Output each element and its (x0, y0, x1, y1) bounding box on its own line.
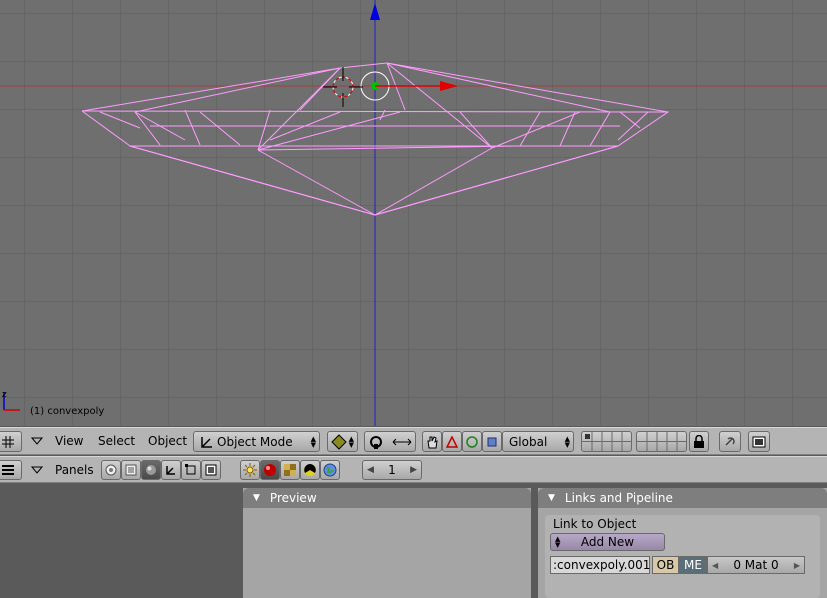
manipulator-toggle[interactable] (422, 431, 442, 452)
orientation-select[interactable]: Global ▲ ▼ (502, 431, 574, 452)
square-icon (487, 437, 497, 446)
add-new-label: Add New (580, 535, 635, 549)
object-mode-icon (201, 436, 212, 448)
3d-viewport[interactable]: z (1) convexpoly (0, 0, 827, 426)
viewport-canvas[interactable]: z (0, 0, 827, 426)
logic-context-button[interactable] (101, 460, 121, 480)
pivot-icon (370, 435, 382, 449)
menu-select[interactable]: Select (98, 428, 135, 454)
decrement-arrow-icon[interactable]: ◀ (712, 561, 718, 570)
scene-context-button[interactable] (201, 460, 221, 480)
material-index-label: 0 Mat 0 (733, 558, 779, 572)
add-new-material-button[interactable]: ▲ ▼ Add New (550, 533, 665, 551)
preview-panel-title: Preview (269, 491, 317, 505)
shading-context-button[interactable] (141, 460, 161, 480)
material-sphere-icon (264, 464, 276, 476)
editing-context-button[interactable] (181, 460, 201, 480)
grid-editor-icon (2, 435, 14, 448)
triangle-down-icon (31, 466, 43, 474)
render-button[interactable] (748, 431, 770, 452)
menu-panels[interactable]: Panels (55, 457, 94, 482)
lock-icon (694, 434, 704, 448)
hand-icon (427, 435, 438, 448)
collapse-menu-toggle[interactable] (31, 457, 43, 482)
image-icon (752, 436, 766, 447)
snap-arrows-icon (392, 438, 412, 445)
translate-manipulator-button[interactable] (442, 431, 462, 452)
3d-view-header: View Select Object Object Mode ▲ ▼ ▲ ▼ Glo… (0, 427, 827, 455)
frame-number: 1 (388, 463, 396, 477)
material-buttons[interactable] (260, 460, 280, 480)
collapse-triangle-icon[interactable]: ▼ (548, 493, 555, 503)
me-link-button[interactable]: ME (679, 556, 707, 574)
layers-group-1[interactable] (581, 431, 632, 452)
opengl-render-button[interactable] (719, 431, 741, 452)
object-name-label: (1) convexpoly (30, 406, 105, 417)
preview-panel-header[interactable]: ▼ Preview (243, 488, 531, 508)
orientation-label: Global (509, 434, 548, 449)
buttons-editor-icon (2, 465, 14, 475)
radiosity-buttons[interactable] (300, 460, 320, 480)
radiation-icon (304, 464, 316, 476)
triangle-down-icon (31, 437, 43, 445)
rotate-manipulator-button[interactable] (462, 431, 482, 452)
svg-text:z: z (2, 390, 7, 400)
increment-arrow-icon[interactable]: ▶ (794, 561, 800, 570)
decrement-arrow-icon[interactable]: ◀ (367, 465, 374, 475)
shading-icon (331, 433, 347, 450)
link-to-object-label: Link to Object (553, 517, 637, 531)
world-buttons[interactable] (320, 460, 340, 480)
script-context-button[interactable] (121, 460, 141, 480)
ring-icon (466, 435, 478, 448)
updown-arrows-icon: ▲ ▼ (564, 434, 570, 449)
lock-layers-button[interactable] (689, 431, 709, 452)
collapse-triangle-icon[interactable]: ▼ (253, 493, 260, 503)
ob-link-button[interactable]: OB (652, 556, 679, 574)
links-pipeline-panel: ▼ Links and Pipeline Link to Object ▲ ▼ A… (538, 488, 827, 598)
edit-square-icon (185, 464, 196, 475)
script-icon (125, 464, 137, 476)
buttons-window-header: Panels ◀ 1 ▶ (0, 456, 827, 483)
menu-object[interactable]: Object (148, 428, 187, 454)
logic-icon (105, 464, 117, 476)
collapse-menu-toggle[interactable] (31, 428, 43, 454)
object-axes-icon (166, 466, 175, 475)
triangle-icon (446, 435, 458, 448)
editor-type-button[interactable] (0, 431, 22, 452)
sphere-icon (146, 465, 156, 475)
links-panel-body: Link to Object ▲ ▼ Add New :convexpoly.00… (545, 515, 820, 598)
layer-grid-icon (637, 431, 686, 452)
layer-grid-icon (582, 431, 631, 452)
updown-arrows-icon: ▲ ▼ (310, 434, 316, 449)
preview-panel: ▼ Preview (243, 488, 531, 598)
pivot-select[interactable] (364, 431, 416, 452)
links-panel-header[interactable]: ▼ Links and Pipeline (538, 488, 827, 508)
scene-image-icon (205, 464, 217, 476)
material-index-field[interactable]: ◀ 0 Mat 0 ▶ (707, 556, 805, 574)
grid-floor (0, 0, 827, 426)
scale-manipulator-button[interactable] (482, 431, 502, 452)
links-panel-title: Links and Pipeline (564, 491, 673, 505)
mode-label: Object Mode (217, 434, 293, 449)
updown-arrows-icon: ▲ ▼ (555, 535, 561, 549)
texture-buttons[interactable] (280, 460, 300, 480)
draw-type-select[interactable]: ▲ ▼ (327, 431, 358, 452)
object-context-button[interactable] (161, 460, 181, 480)
lamp-buttons[interactable] (240, 460, 260, 480)
world-globe-icon (323, 463, 337, 477)
editor-type-button[interactable] (0, 460, 22, 480)
layers-group-2[interactable] (636, 431, 687, 452)
frame-number-field[interactable]: ◀ 1 ▶ (362, 460, 422, 480)
texture-icon (284, 464, 296, 476)
lamp-icon (243, 463, 257, 477)
link-icon (725, 436, 735, 446)
updown-arrows-icon: ▲ ▼ (348, 434, 354, 449)
increment-arrow-icon[interactable]: ▶ (410, 465, 417, 475)
mesh-name-field[interactable]: :convexpoly.001 (550, 556, 650, 574)
menu-view[interactable]: View (55, 428, 83, 454)
mode-select[interactable]: Object Mode ▲ ▼ (193, 431, 320, 452)
